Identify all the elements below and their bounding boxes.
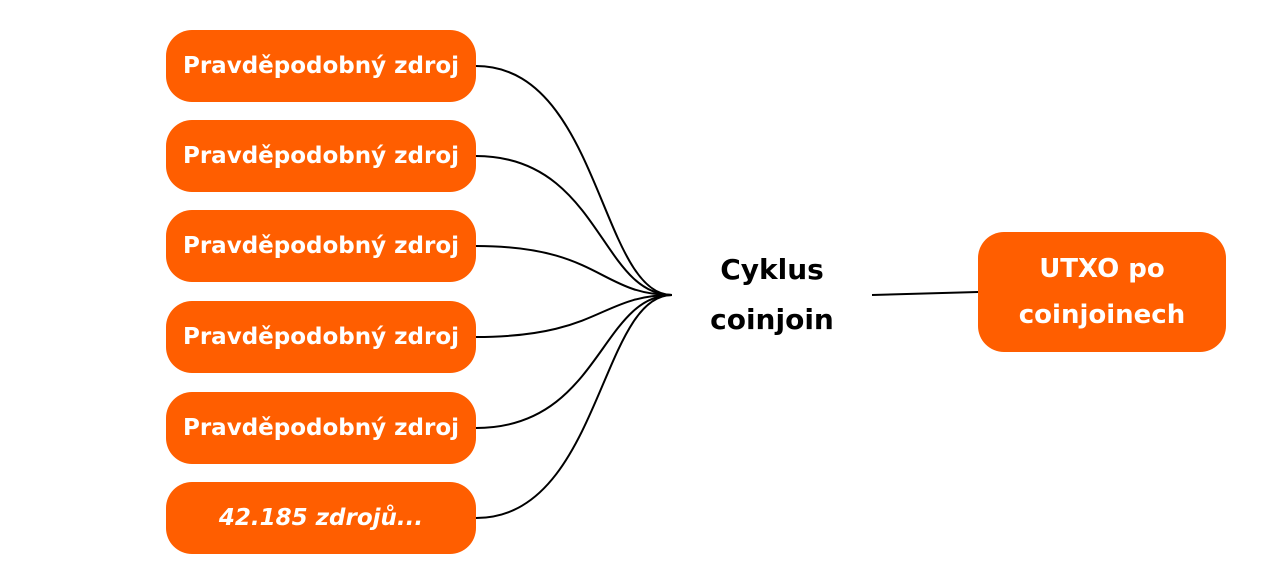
connector-source-5 [475,294,673,429]
diagram-canvas: Pravděpodobný zdroj Pravděpodobný zdroj … [0,0,1280,584]
cycle-label-line1: Cyklus [720,253,824,286]
connector-source-6 [475,294,673,519]
connector-source-4 [475,294,673,338]
result-label-line2: coinjoinech [1018,300,1186,330]
result-label-line1: UTXO po [1039,254,1165,284]
source-node-label: Pravděpodobný zdroj [182,233,460,259]
source-node-more: 42.185 zdrojů... [166,482,476,554]
connector-cycle-to-result [871,291,979,296]
source-node-2: Pravděpodobný zdroj [166,120,476,192]
source-node-label: Pravděpodobný zdroj [182,53,460,79]
source-count-label: 42.185 zdrojů... [218,505,424,531]
coinjoin-cycle-node: Cyklus coinjoin [672,240,872,350]
source-node-label: Pravděpodobný zdroj [182,143,460,169]
source-node-3: Pravděpodobný zdroj [166,210,476,282]
source-node-5: Pravděpodobný zdroj [166,392,476,464]
connector-source-1 [475,65,673,296]
connector-source-3 [475,245,673,296]
source-node-label: Pravděpodobný zdroj [182,324,460,350]
connector-source-2 [475,155,673,296]
utxo-result-node: UTXO po coinjoinech [978,232,1226,352]
source-node-1: Pravděpodobný zdroj [166,30,476,102]
source-node-label: Pravděpodobný zdroj [182,415,460,441]
cycle-label-line2: coinjoin [710,303,834,336]
source-node-4: Pravděpodobný zdroj [166,301,476,373]
